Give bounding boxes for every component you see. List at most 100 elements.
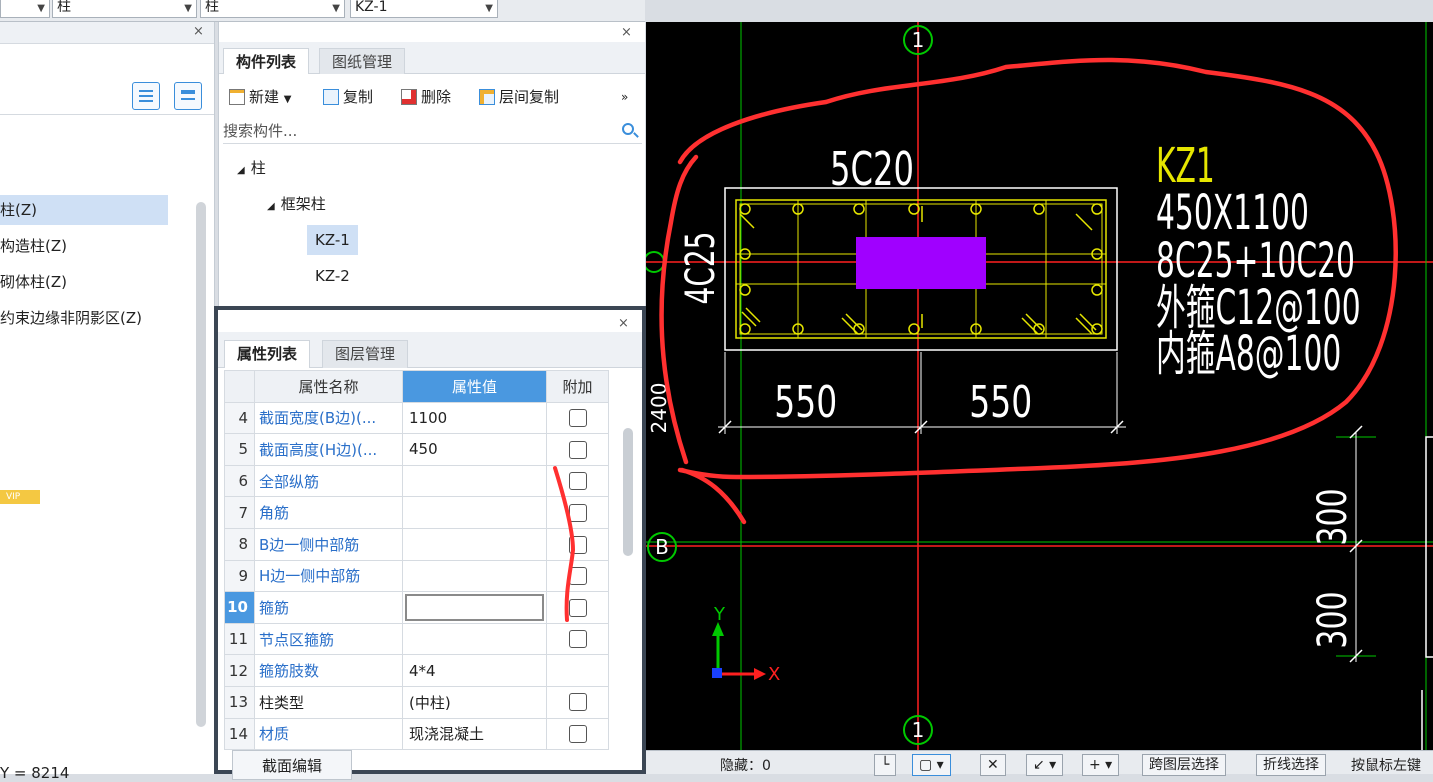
tree-item-constraint-edge[interactable]: 约束边缘非阴影区(Z): [0, 303, 142, 333]
combo-component[interactable]: KZ-1 ▼: [350, 0, 498, 18]
row-number: 6: [224, 464, 255, 498]
ucs-x-arrow: [754, 668, 766, 680]
combo-filter-1[interactable]: ▼: [0, 0, 50, 18]
extra-checkbox[interactable]: [568, 409, 587, 428]
property-value[interactable]: (中柱): [402, 685, 547, 719]
close-icon[interactable]: ×: [193, 24, 204, 39]
red-annotation-bracket: [553, 466, 576, 622]
panel-header: [0, 22, 214, 44]
axis-label-bottom: 1: [912, 718, 925, 742]
property-name: 截面宽度(B边)(...: [254, 401, 403, 435]
row-number: 4: [224, 401, 255, 435]
row-number: 11: [224, 622, 255, 656]
close-icon[interactable]: ×: [621, 25, 632, 40]
chevron-down-icon: ▼: [184, 3, 192, 14]
column-size-label: 450X1100: [1156, 186, 1309, 241]
property-value[interactable]: [402, 496, 547, 529]
extra-cell: [546, 685, 609, 719]
property-value[interactable]: 现浇混凝土: [402, 717, 547, 751]
card-view-icon[interactable]: [174, 82, 202, 110]
status-hint: 按鼠标左键: [1351, 758, 1421, 774]
dimension-label-r2: 300: [1310, 591, 1356, 648]
chevron-down-icon: ▼: [332, 3, 340, 14]
row-number: 10: [224, 591, 255, 624]
property-value[interactable]: 4*4: [402, 654, 547, 687]
property-tabs: 属性列表 图层管理: [218, 332, 642, 368]
scrollbar[interactable]: [196, 202, 206, 727]
section-edit-button[interactable]: 截面编辑: [232, 750, 352, 780]
polyline-select-button[interactable]: 折线选择: [1256, 754, 1326, 776]
cross-select-button[interactable]: ✕: [980, 754, 1006, 776]
property-value[interactable]: 1100: [402, 401, 547, 435]
close-icon[interactable]: ×: [618, 316, 629, 331]
extra-checkbox[interactable]: [568, 630, 587, 649]
delete-icon: [401, 89, 417, 105]
table-row[interactable]: 13 柱类型 (中柱): [224, 685, 609, 719]
combo-category[interactable]: 柱 ▼: [52, 0, 197, 18]
tab-layer-management[interactable]: 图层管理: [322, 340, 409, 368]
property-value[interactable]: 450: [402, 433, 547, 466]
tree-item-kz1[interactable]: KZ-1: [307, 225, 358, 255]
property-name: 柱类型: [254, 685, 403, 719]
coordinate-readout: Y = 8214: [0, 764, 70, 782]
tree-node-frame-column[interactable]: ◢ 框架柱: [267, 189, 326, 219]
tab-property-list[interactable]: 属性列表: [224, 340, 311, 368]
list-view-icon[interactable]: [132, 82, 160, 110]
chevron-down-icon: ▼: [37, 3, 45, 14]
search-icon[interactable]: [622, 123, 634, 135]
more-button[interactable]: »: [621, 84, 628, 110]
new-button[interactable]: 新建 ▼: [229, 84, 292, 110]
tab-component-list[interactable]: 构件列表: [223, 48, 310, 74]
property-value[interactable]: [402, 527, 547, 561]
table-row[interactable]: 14 材质 现浇混凝土: [224, 717, 609, 751]
property-name: 材质: [254, 717, 403, 751]
table-header-extra: 附加: [546, 370, 609, 403]
component-list-panel: × 构件列表 图纸管理 新建 ▼ 复制 删除 层间复制 » 搜索构件... ◢ 柱…: [218, 22, 645, 312]
combo-type[interactable]: 柱 ▼: [200, 0, 345, 18]
row-number: 14: [224, 717, 255, 751]
property-value[interactable]: [402, 559, 547, 593]
tab-drawing-management[interactable]: 图纸管理: [319, 48, 406, 74]
floor-copy-button[interactable]: 层间复制: [479, 84, 559, 110]
dimension-label-r1: 300: [1310, 488, 1356, 545]
scrollbar[interactable]: [623, 428, 633, 556]
property-name: 角筋: [254, 496, 403, 529]
tree-item-constructional-column[interactable]: 构造柱(Z): [0, 231, 67, 261]
delete-button[interactable]: 删除: [401, 84, 451, 110]
property-value-input[interactable]: [402, 591, 547, 624]
tree-node-column[interactable]: ◢ 柱: [237, 153, 266, 183]
copy-button[interactable]: 复制: [323, 84, 373, 110]
tree-item-masonry-column[interactable]: 砌体柱(Z): [0, 267, 67, 297]
extra-cell: [546, 717, 609, 751]
extra-checkbox[interactable]: [568, 693, 587, 712]
select-mode-button[interactable]: ▢ ▾: [912, 754, 951, 776]
property-name: H边一侧中部筋: [254, 559, 403, 593]
table-row[interactable]: 4 截面宽度(B边)(... 1100: [224, 401, 609, 435]
inner-stirrup-label: 内箍A8@100: [1156, 327, 1341, 382]
ucs-x-label: X: [768, 664, 780, 685]
property-value[interactable]: [402, 464, 547, 498]
component-tabs: 构件列表 图纸管理: [219, 42, 645, 74]
column-core: [856, 237, 986, 289]
snap-button[interactable]: ↙ ▾: [1026, 754, 1064, 776]
property-name: 箍筋肢数: [254, 654, 403, 687]
ucs-y-label: Y: [713, 604, 726, 625]
tree-item-column[interactable]: 柱(Z): [0, 195, 168, 225]
search-input[interactable]: 搜索构件...: [223, 118, 642, 144]
table-row[interactable]: 12 箍筋肢数 4*4: [224, 654, 609, 687]
point-snap-button[interactable]: + ▾: [1082, 754, 1120, 776]
extra-cell: [546, 654, 609, 687]
chevron-down-icon: ▼: [485, 3, 493, 14]
cad-canvas[interactable]: 1 1 B 550 550 300 300 5C20 4C25 2400 KZ1…: [646, 22, 1433, 750]
top-rebar-label: 5C20: [830, 143, 914, 196]
dimension-label-2: 550: [969, 377, 1032, 428]
property-value[interactable]: [402, 622, 547, 656]
caret-down-icon: ◢: [237, 165, 245, 176]
adjacent-column-outline: [1425, 436, 1433, 658]
extra-checkbox[interactable]: [568, 440, 587, 459]
ortho-button[interactable]: └: [874, 754, 897, 776]
extra-checkbox[interactable]: [568, 725, 587, 744]
dimension-label-1: 550: [774, 377, 837, 428]
cross-layer-select-button[interactable]: 跨图层选择: [1142, 754, 1226, 776]
tree-item-kz2[interactable]: KZ-2: [315, 261, 350, 291]
